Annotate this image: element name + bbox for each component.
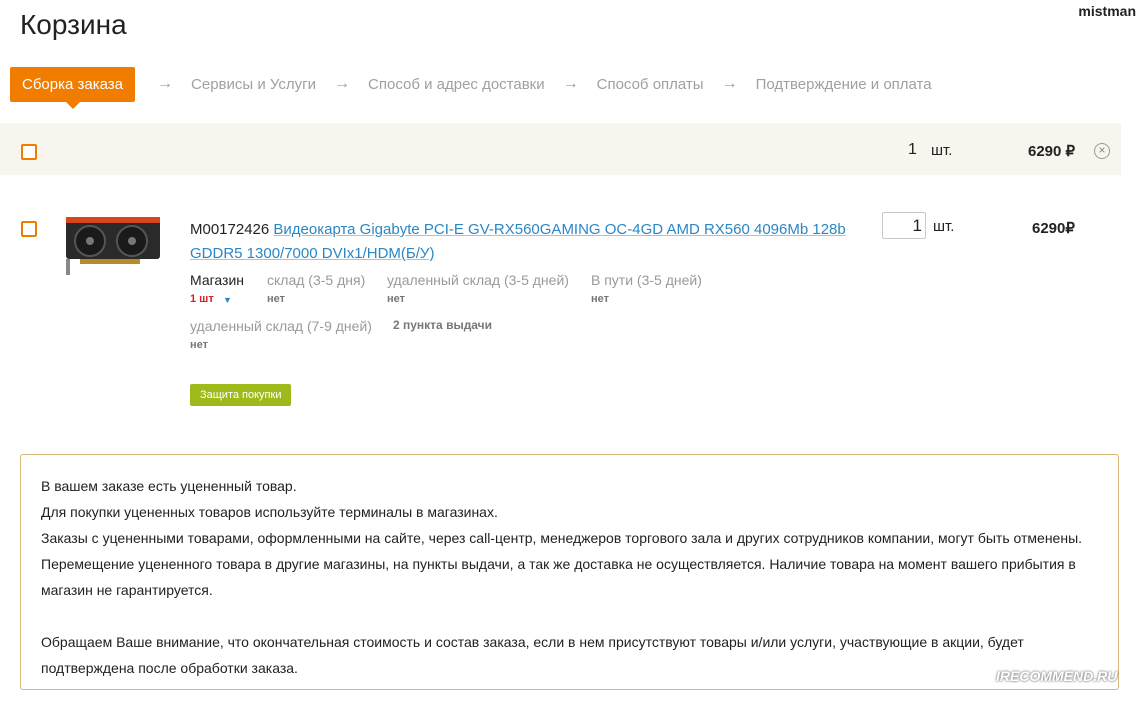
checkout-steps: Сборка заказа → Сервисы и Услуги → Спосо… bbox=[10, 66, 932, 109]
availability-remote-long-value: нет bbox=[190, 339, 209, 351]
select-all-checkbox[interactable] bbox=[21, 144, 37, 160]
username[interactable]: mistman bbox=[1078, 3, 1136, 19]
notice-line: Для покупки уцененных товаров используйт… bbox=[41, 504, 498, 520]
availability-remote-label: удаленный склад (3-5 дней) bbox=[387, 272, 569, 288]
availability-store-label: Магазин bbox=[190, 272, 245, 288]
page-title: Корзина bbox=[20, 9, 127, 40]
availability-transit-label: В пути (3-5 дней) bbox=[591, 272, 702, 288]
step-arrow-icon: → bbox=[334, 75, 351, 92]
quantity-unit: шт. bbox=[933, 218, 955, 235]
step-services[interactable]: Сервисы и Услуги bbox=[191, 76, 316, 93]
item-price: 6290₽ bbox=[1032, 220, 1075, 237]
availability-store-value[interactable]: 1 шт bbox=[190, 293, 214, 305]
step-order-assembly[interactable]: Сборка заказа bbox=[10, 66, 136, 109]
availability-remote-value: нет bbox=[387, 293, 406, 305]
summary-total: 6290 ₽ bbox=[1028, 143, 1076, 160]
item-checkbox[interactable] bbox=[21, 221, 37, 237]
step-arrow-icon: → bbox=[721, 75, 738, 92]
product-title: M00172426 Видеокарта Gigabyte PCI-E GV-R… bbox=[190, 218, 850, 266]
purchase-protection-button[interactable]: Защита покупки bbox=[190, 384, 292, 406]
discounted-item-notice: В вашем заказе есть уцененный товар. Для… bbox=[20, 454, 1119, 690]
step-arrow-icon: → bbox=[562, 75, 579, 92]
notice-line: В вашем заказе есть уцененный товар. bbox=[41, 478, 297, 494]
remove-all-icon[interactable]: × bbox=[1094, 143, 1110, 159]
quantity-input[interactable] bbox=[882, 212, 926, 239]
pickup-points-link[interactable]: 2 пункта выдачи bbox=[393, 318, 492, 332]
product-code: M00172426 bbox=[190, 221, 270, 238]
availability-remote-long-label: удаленный склад (7-9 дней) bbox=[190, 318, 372, 334]
notice-spacer bbox=[41, 603, 1098, 629]
chevron-down-icon[interactable]: ▼ bbox=[223, 295, 232, 305]
step-confirmation[interactable]: Подтверждение и оплата bbox=[756, 76, 932, 93]
notice-line: Заказы с уцененными товарами, оформленны… bbox=[41, 530, 1083, 598]
cart-summary-row: 1 шт. 6290 ₽ × bbox=[0, 123, 1121, 175]
step-delivery[interactable]: Способ и адрес доставки bbox=[368, 76, 545, 93]
step-arrow-icon: → bbox=[157, 75, 174, 92]
availability-warehouse-value: нет bbox=[267, 293, 286, 305]
availability-transit-value: нет bbox=[591, 293, 610, 305]
availability-warehouse-label: склад (3-5 дня) bbox=[267, 272, 366, 288]
watermark: IRECOMMEND.RU bbox=[996, 668, 1118, 684]
product-link[interactable]: Видеокарта Gigabyte PCI-E GV-RX560GAMING… bbox=[190, 221, 846, 262]
summary-qty: 1 bbox=[908, 141, 917, 158]
graphics-card-icon[interactable] bbox=[60, 207, 162, 279]
notice-footer: Обращаем Ваше внимание, что окончательна… bbox=[41, 634, 1024, 676]
step-payment-method[interactable]: Способ оплаты bbox=[597, 76, 704, 93]
summary-unit: шт. bbox=[931, 142, 953, 159]
